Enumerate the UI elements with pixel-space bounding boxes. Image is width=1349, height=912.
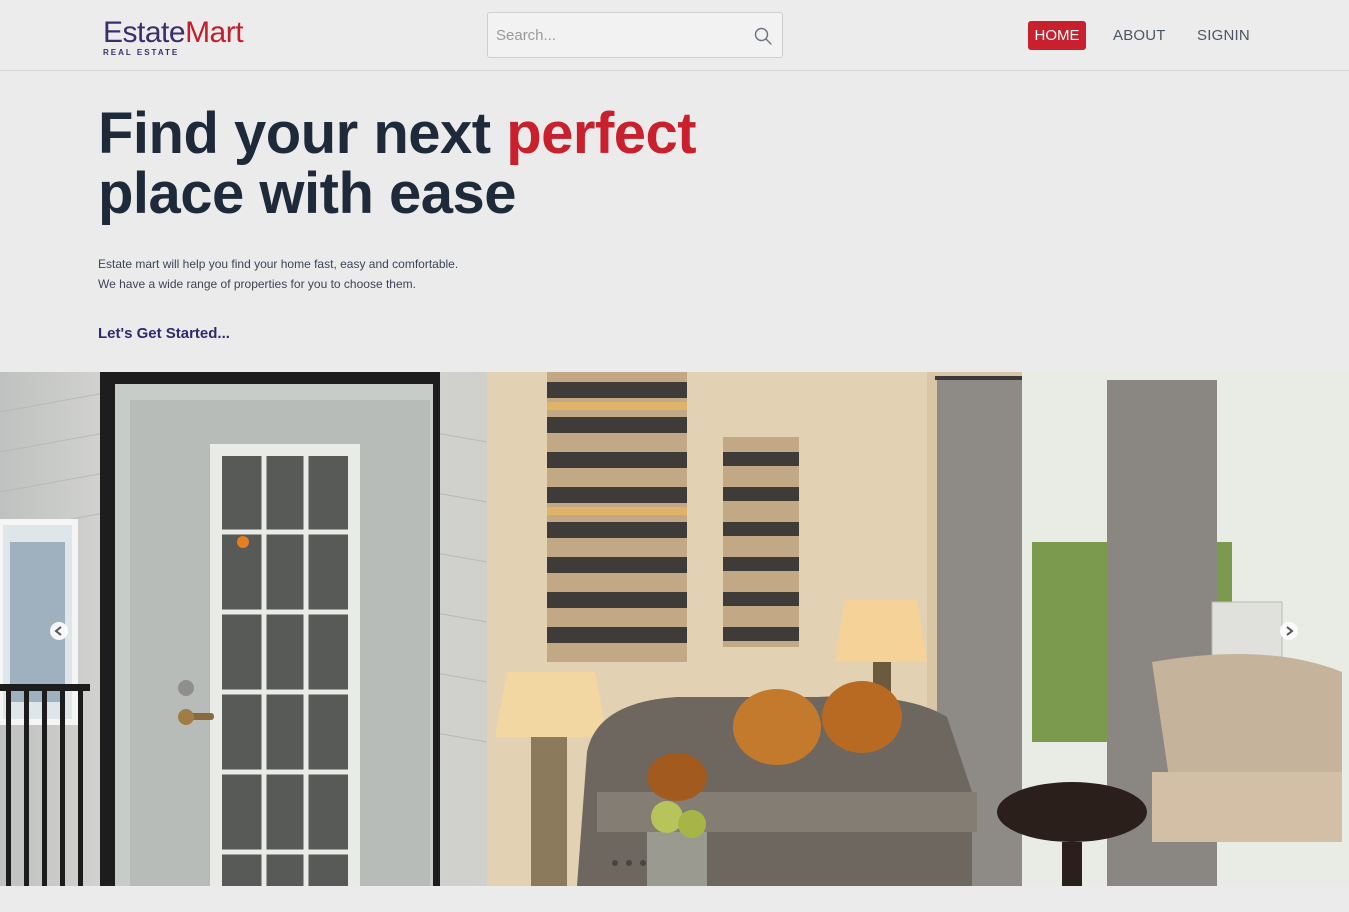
carousel-dot[interactable] xyxy=(640,860,646,866)
nav-about-link[interactable]: ABOUT xyxy=(1113,27,1166,44)
property-image-carousel[interactable] xyxy=(0,372,1349,886)
hero-description: Estate mart will help you find your home… xyxy=(98,254,518,294)
hero-title-line2: place with ease xyxy=(98,161,517,226)
carousel-indicators xyxy=(612,860,646,866)
nav-home-link[interactable]: HOME xyxy=(1028,21,1086,50)
hero-description-line1: Estate mart will help you find your home… xyxy=(98,257,459,271)
brand-logo[interactable]: EstateMart REAL ESTATE xyxy=(103,16,244,57)
brand-name: EstateMart xyxy=(103,16,244,49)
top-navbar: EstateMart REAL ESTATE HOME ABOUT SIGNIN xyxy=(0,0,1349,71)
hero-title-prefix: Find your next xyxy=(98,101,507,166)
carousel-next-button[interactable] xyxy=(1280,622,1298,640)
carousel-dot[interactable] xyxy=(626,860,632,866)
slide-image-living-room xyxy=(487,372,1349,886)
hero-description-line2: We have a wide range of properties for y… xyxy=(98,277,416,291)
brand-tagline: REAL ESTATE xyxy=(103,48,180,57)
search-icon[interactable] xyxy=(753,26,773,46)
carousel-dot[interactable] xyxy=(612,860,618,866)
brand-name-mart: Mart xyxy=(185,16,244,49)
chevron-left-icon xyxy=(54,626,62,636)
living-room-photo xyxy=(487,372,1349,886)
slide-image-door xyxy=(0,372,487,886)
get-started-link[interactable]: Let's Get Started... xyxy=(98,325,230,342)
search-input[interactable] xyxy=(496,13,736,57)
search-box xyxy=(487,12,783,58)
door-photo xyxy=(0,372,487,886)
hero-title: Find your next perfect place with ease xyxy=(98,104,718,224)
chevron-right-icon xyxy=(1286,626,1294,636)
hero-title-accent: perfect xyxy=(506,101,697,166)
nav-signin-link[interactable]: SIGNIN xyxy=(1197,27,1250,44)
carousel-prev-button[interactable] xyxy=(50,622,68,640)
brand-name-estate: Estate xyxy=(103,16,186,49)
